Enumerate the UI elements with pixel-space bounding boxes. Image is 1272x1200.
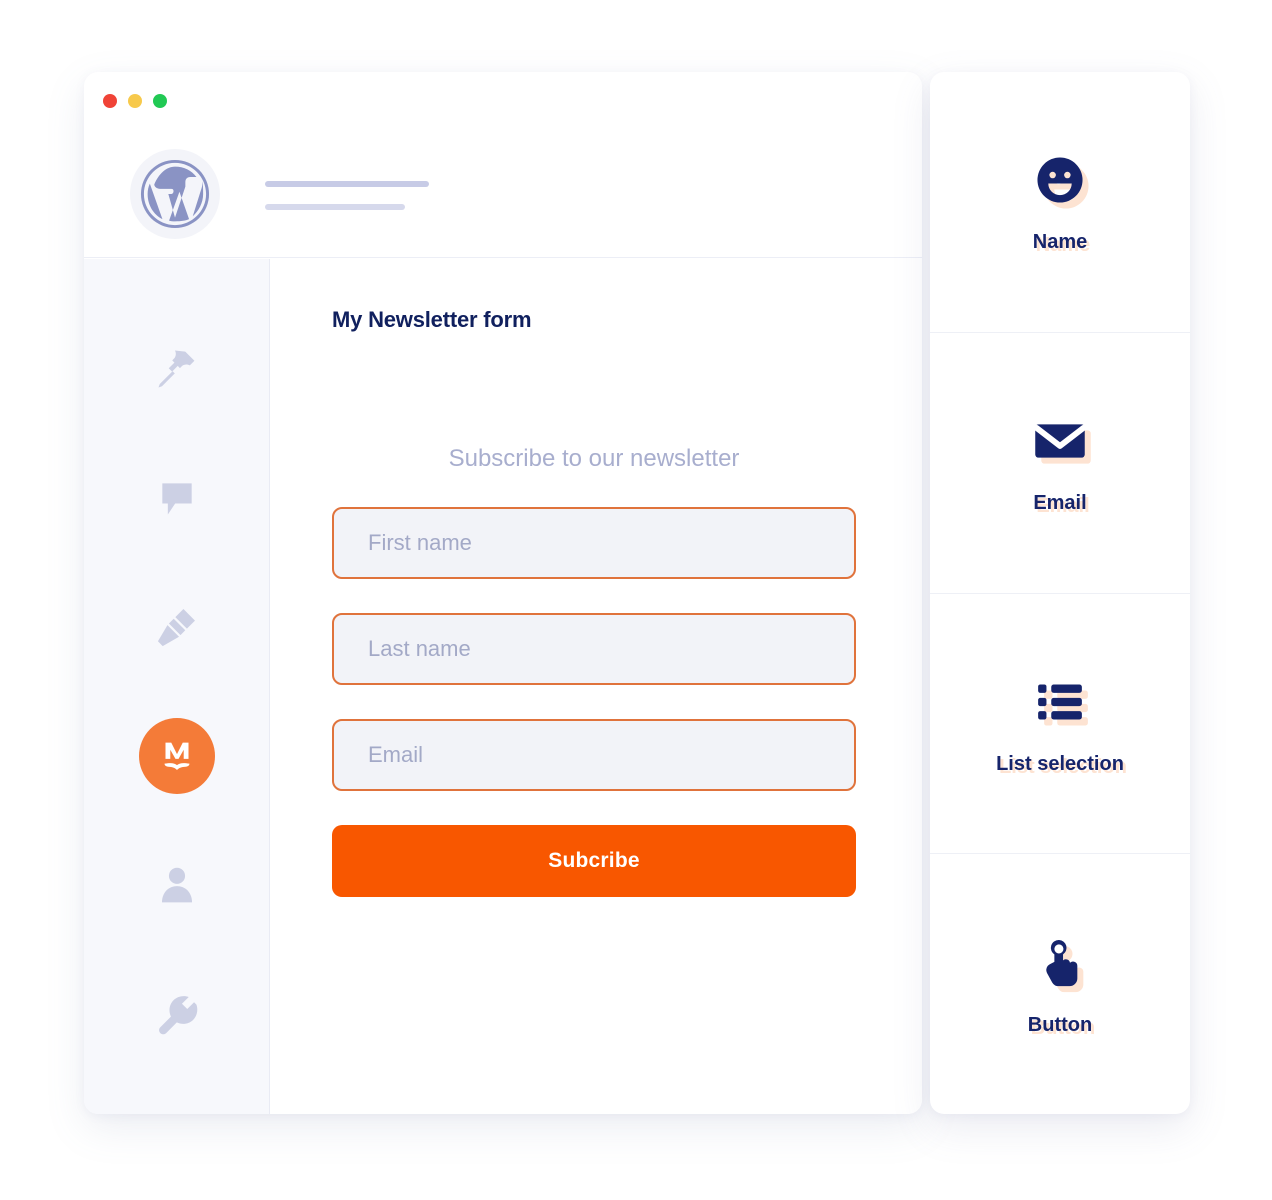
close-button[interactable] [103, 94, 117, 108]
window-titlebar [84, 72, 922, 130]
newsletter-form: Subscribe to our newsletter Subcribe [332, 445, 856, 897]
sidebar-item-appearance[interactable] [135, 562, 219, 691]
traffic-light-controls [103, 94, 167, 108]
last-name-input[interactable] [332, 613, 856, 685]
block-item-email[interactable]: Email [930, 333, 1190, 594]
block-label: Name [1032, 231, 1088, 254]
wordpress-icon [130, 148, 220, 239]
subscribe-button[interactable]: Subcribe [332, 825, 856, 897]
block-item-button[interactable]: Button [930, 854, 1190, 1114]
block-label: Email [1033, 492, 1087, 515]
sidebar-item-users[interactable] [135, 820, 219, 949]
page-title: My Newsletter form [332, 307, 532, 332]
form-subtitle: Subscribe to our newsletter [448, 445, 740, 472]
envelope-icon [1029, 410, 1091, 472]
paintbrush-icon [155, 605, 199, 649]
site-header [84, 130, 922, 258]
sidebar-item-tools[interactable] [135, 949, 219, 1078]
window-body: My Newsletter form Subscribe to our news… [84, 259, 922, 1114]
maximize-button[interactable] [153, 94, 167, 108]
email-input[interactable] [332, 719, 856, 791]
block-label: List selection [996, 752, 1124, 775]
minimize-button[interactable] [128, 94, 142, 108]
block-label: Button [1027, 1013, 1093, 1036]
browser-window: My Newsletter form Subscribe to our news… [84, 72, 922, 1114]
form-canvas: My Newsletter form Subscribe to our news… [270, 259, 922, 1114]
sidebar-item-mailpoet[interactable] [135, 691, 219, 820]
placeholder-line-1 [265, 181, 429, 187]
wrench-icon [155, 992, 199, 1036]
blocks-panel: Name Email List selection Button [930, 72, 1190, 1114]
first-name-input[interactable] [332, 507, 856, 579]
bulleted-list-icon [1029, 671, 1091, 733]
block-item-list-selection[interactable]: List selection [930, 594, 1190, 855]
tap-hand-icon [1029, 932, 1091, 994]
user-icon [155, 863, 199, 907]
sidebar-item-comments[interactable] [135, 433, 219, 562]
mailpoet-icon [138, 717, 215, 794]
smiley-face-icon [1029, 149, 1091, 211]
site-title-placeholder [265, 177, 429, 210]
comment-icon [155, 476, 199, 520]
pin-icon [155, 347, 199, 391]
block-item-name[interactable]: Name [930, 72, 1190, 333]
placeholder-line-2 [265, 204, 405, 210]
sidebar-item-pin[interactable] [135, 304, 219, 433]
admin-sidebar [84, 259, 270, 1114]
